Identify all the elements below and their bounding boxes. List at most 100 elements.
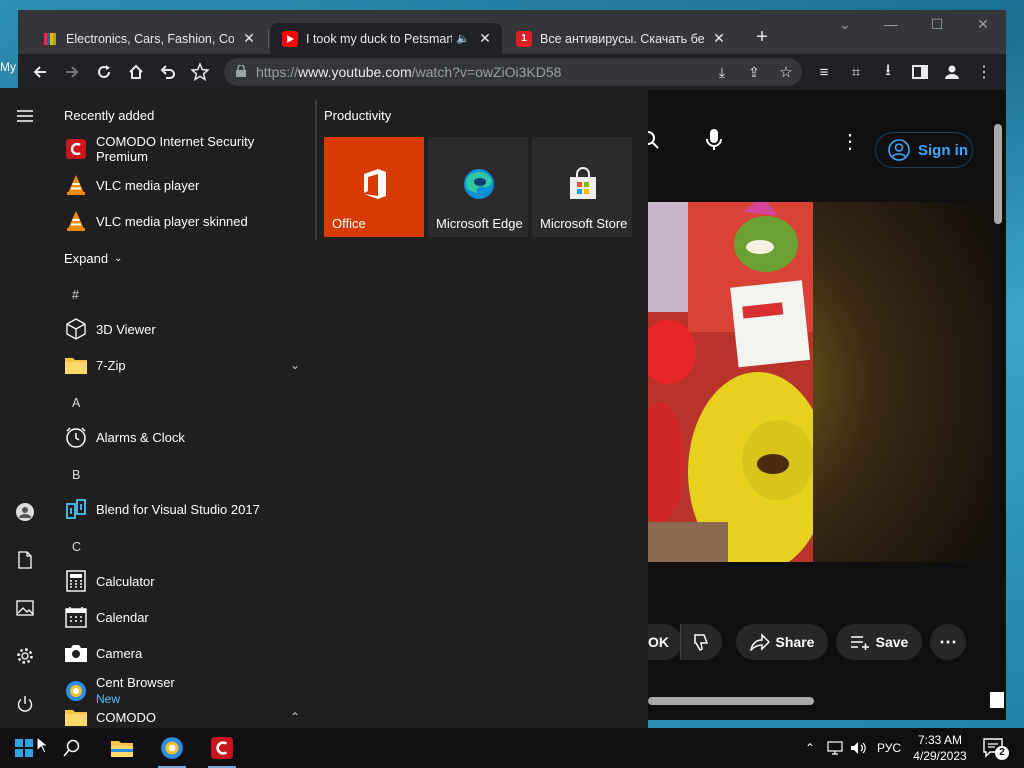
profile-icon[interactable] (940, 60, 964, 84)
app-3d-viewer[interactable]: 3D Viewer (64, 314, 304, 344)
maximize-icon[interactable]: ☐ (922, 16, 952, 33)
settings-gear-icon[interactable] (13, 644, 37, 668)
sign-in-button[interactable]: Sign in (875, 132, 973, 168)
letter-header[interactable]: B (72, 468, 80, 482)
app-cent-browser[interactable]: Cent Browser New (64, 674, 304, 708)
app-label: COMODO Internet Security Premium (96, 134, 255, 164)
app-vlc-skinned[interactable]: VLC media player skinned (64, 206, 304, 236)
pictures-icon[interactable] (13, 596, 37, 620)
bookmark-star-icon[interactable] (188, 60, 212, 84)
share-button[interactable]: Share (736, 624, 828, 660)
taskbar-cent-browser[interactable] (148, 728, 196, 768)
star-icon[interactable]: ☆ (774, 60, 798, 84)
speaker-icon[interactable]: 🔈 (456, 32, 470, 45)
close-window-icon[interactable]: ✕ (968, 16, 998, 33)
tab-title: I took my duck to Petsmart (306, 31, 453, 46)
tab-youtube[interactable]: I took my duck to Petsmart 🔈 ✕ (270, 23, 502, 54)
tab-search-icon[interactable]: ⌄ (830, 16, 860, 33)
scroll-corner (990, 692, 1004, 708)
horizontal-scrollbar[interactable] (648, 697, 814, 705)
tab-title: Electronics, Cars, Fashion, Collectibles (66, 31, 234, 46)
app-7zip-folder[interactable]: 7-Zip ⌄ (64, 350, 304, 380)
like-label: OK (648, 634, 669, 650)
url-text: https://www.youtube.com/watch?v=owZiOi3K… (256, 64, 562, 80)
app-comodo-folder[interactable]: COMODO ⌃ (64, 704, 304, 730)
close-tab-icon[interactable]: ✕ (476, 30, 494, 47)
tab-divider (268, 30, 269, 48)
dislike-button[interactable] (680, 624, 722, 660)
expand-button[interactable]: Expand ⌄ (64, 243, 184, 273)
download-icon[interactable]: ⭳ (876, 60, 900, 84)
notification-center-icon[interactable]: 2 (982, 736, 1009, 760)
back-icon[interactable] (28, 60, 52, 84)
install-app-icon[interactable]: ⤓ (710, 60, 734, 84)
tile-microsoft-edge[interactable]: Microsoft Edge (428, 137, 528, 237)
app-calendar[interactable]: Calendar (64, 602, 304, 632)
app-calculator[interactable]: Calculator (64, 566, 304, 596)
close-tab-icon[interactable]: ✕ (240, 30, 258, 47)
side-panel-icon[interactable] (908, 60, 932, 84)
media-control-icon[interactable]: ≡ (812, 60, 836, 84)
tab-antivirus[interactable]: 1 Все антивирусы. Скачать бесплатно ✕ (504, 23, 736, 54)
app-blend[interactable]: Blend for Visual Studio 2017 (64, 494, 304, 524)
user-account-icon[interactable] (13, 500, 37, 524)
app-vlc[interactable]: VLC media player (64, 170, 304, 200)
power-icon[interactable] (13, 692, 37, 716)
reload-icon[interactable] (92, 60, 116, 84)
more-actions-button[interactable]: ⋯ (930, 624, 966, 660)
video-player[interactable] (648, 202, 813, 562)
share-label: Share (775, 634, 815, 650)
taskbar-file-explorer[interactable] (98, 728, 146, 768)
tile-office[interactable]: Office (324, 137, 424, 237)
app-label: COMODO (96, 709, 156, 725)
app-label: 3D Viewer (96, 321, 156, 337)
app-comodo-internet-security[interactable]: COMODO Internet Security Premium (64, 134, 304, 164)
microphone-icon[interactable] (704, 128, 724, 152)
letter-header[interactable]: A (72, 396, 80, 410)
comodo-icon (211, 737, 233, 759)
recently-added-heading: Recently added (64, 108, 155, 123)
letter-header[interactable]: C (72, 540, 81, 554)
tile-label: Office (332, 216, 366, 231)
vertical-scrollbar[interactable] (994, 124, 1002, 224)
crop-icon[interactable]: ⌗ (844, 60, 868, 84)
documents-icon[interactable] (13, 548, 37, 572)
undo-icon[interactable] (156, 60, 180, 84)
language-indicator[interactable]: РУС (872, 728, 906, 768)
app-label: 7-Zip (96, 357, 126, 373)
taskbar-clock[interactable]: 7:33 AM 4/29/2023 (910, 732, 970, 764)
app-alarms-clock[interactable]: Alarms & Clock (64, 422, 304, 452)
minimize-icon[interactable]: — (876, 16, 906, 32)
share-icon (749, 633, 770, 651)
productivity-heading: Productivity (324, 108, 392, 123)
save-button[interactable]: Save (836, 624, 922, 660)
notification-count-badge: 2 (995, 746, 1009, 760)
video-frame-image (648, 202, 813, 562)
close-tab-icon[interactable]: ✕ (710, 30, 728, 47)
comodo-icon (64, 137, 88, 161)
address-bar[interactable]: https://www.youtube.com/watch?v=owZiOi3K… (224, 58, 802, 86)
more-options-icon[interactable]: ⋮ (840, 132, 860, 152)
tab-ebay[interactable]: Electronics, Cars, Fashion, Collectibles… (30, 23, 266, 54)
app-camera[interactable]: Camera (64, 638, 304, 668)
menu-kebab-icon[interactable]: ⋮ (972, 60, 996, 84)
app-label: Alarms & Clock (96, 429, 185, 445)
taskbar: ⌃ РУС 7:33 AM 4/29/2023 2 (0, 728, 1024, 768)
volume-icon[interactable] (848, 728, 870, 768)
hamburger-menu-icon[interactable] (13, 104, 37, 128)
search-icon (63, 739, 80, 757)
tab-strip: Electronics, Cars, Fashion, Collectibles… (18, 10, 1006, 54)
new-tab-button[interactable]: + (750, 26, 774, 50)
playlist-add-icon (850, 636, 869, 650)
tab-title: Все антивирусы. Скачать бесплатно (540, 31, 704, 46)
tile-microsoft-store[interactable]: Microsoft Store (532, 137, 632, 237)
taskbar-search-button[interactable] (48, 728, 96, 768)
taskbar-comodo[interactable] (198, 728, 246, 768)
network-icon[interactable] (824, 728, 846, 768)
show-hidden-icons-chevron-up-icon[interactable]: ⌃ (800, 728, 820, 768)
windows-logo-icon (15, 739, 33, 757)
letter-header[interactable]: # (72, 288, 79, 302)
forward-icon[interactable] (60, 60, 84, 84)
home-icon[interactable] (124, 60, 148, 84)
share-page-icon[interactable]: ⇪ (742, 60, 766, 84)
